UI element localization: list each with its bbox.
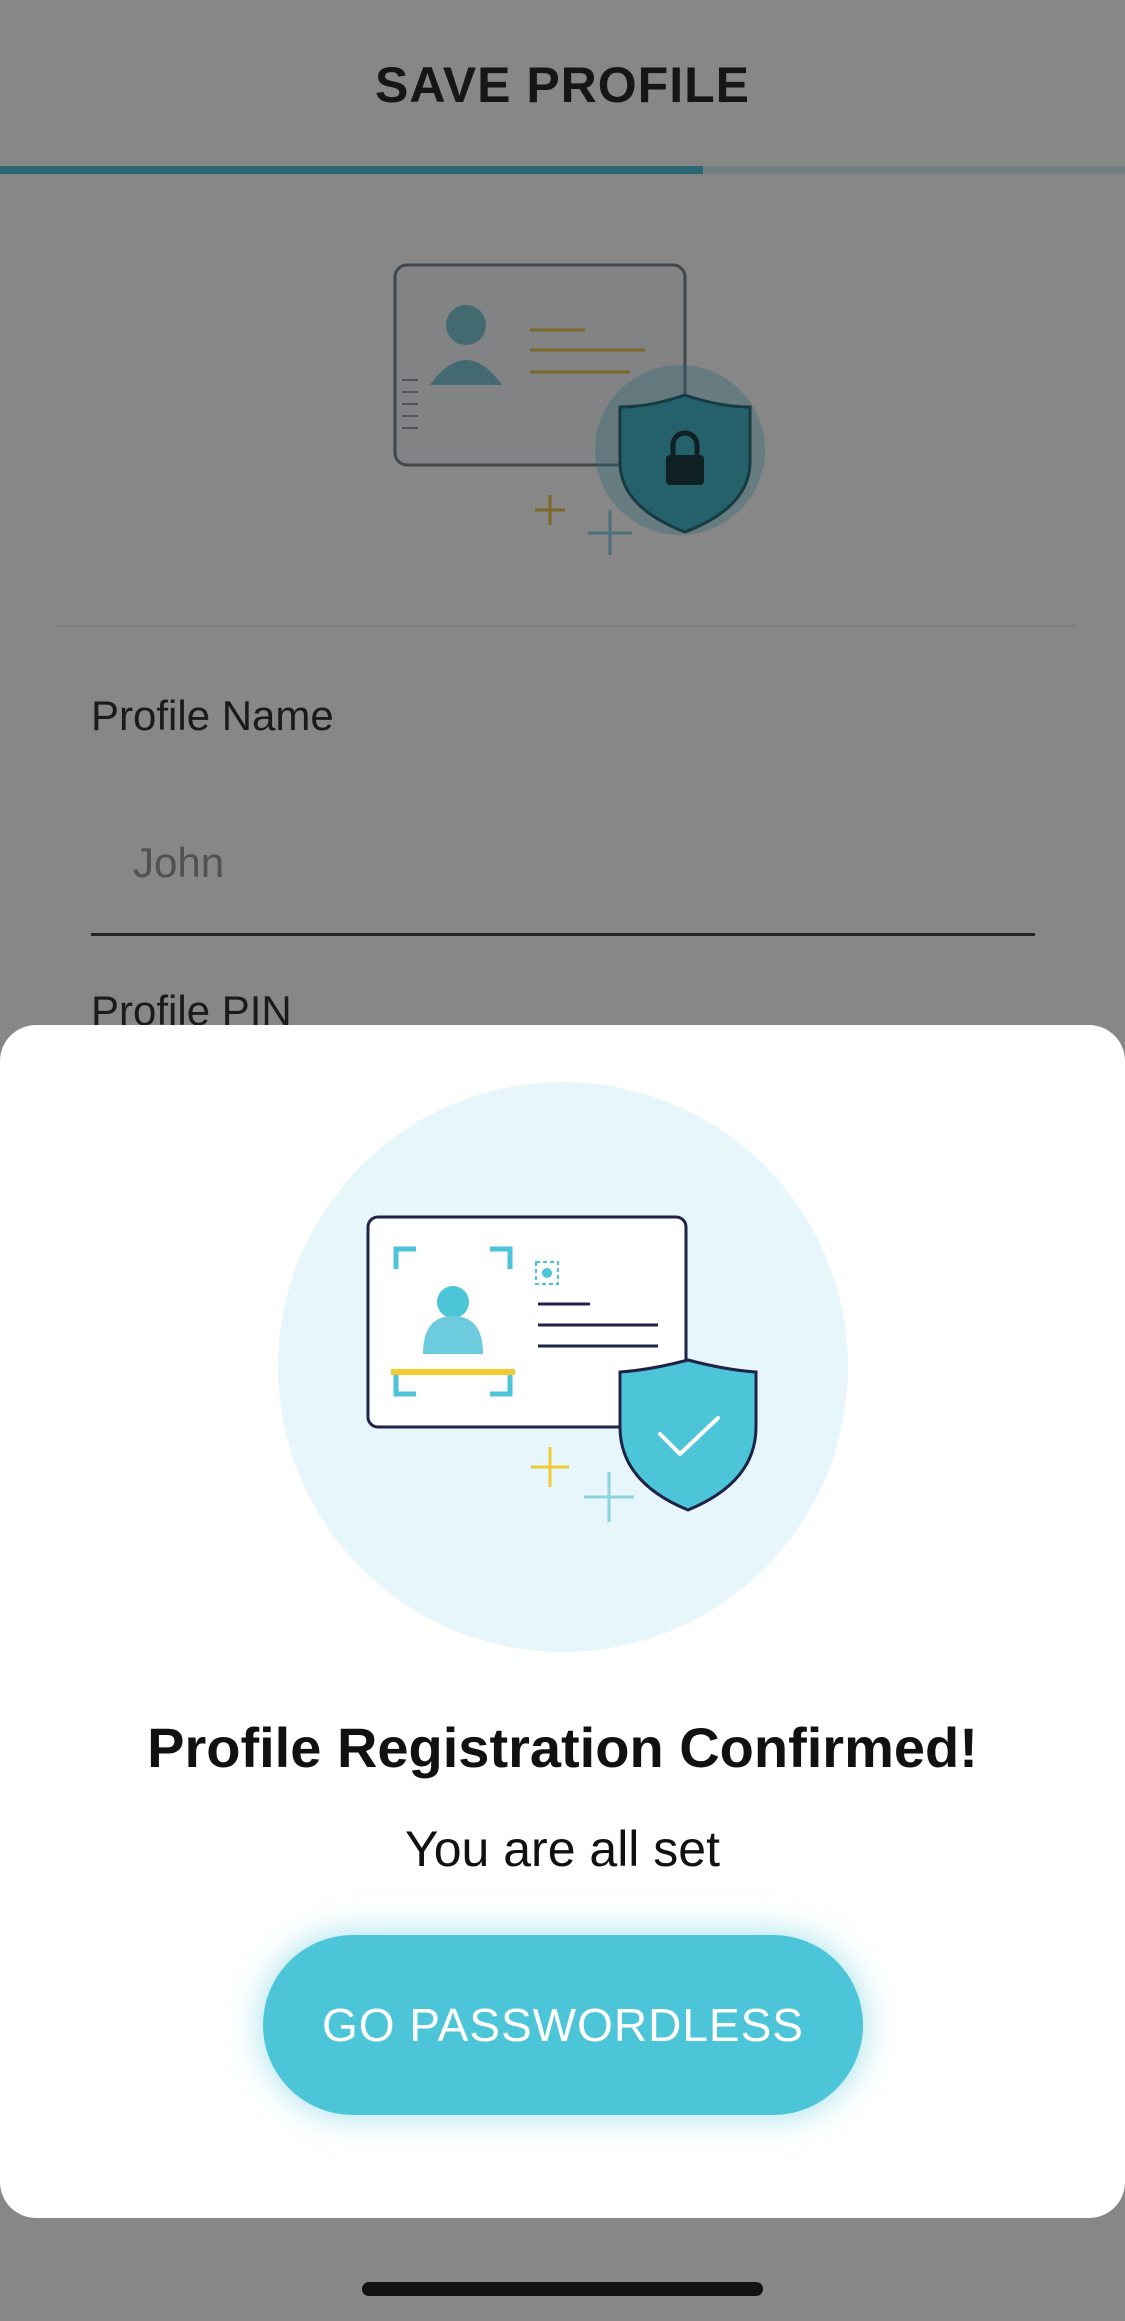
home-indicator[interactable] — [362, 2282, 763, 2296]
confirmation-modal: Profile Registration Confirmed! You are … — [0, 1025, 1125, 2218]
go-passwordless-button[interactable]: GO PASSWORDLESS — [263, 1935, 863, 2115]
id-card-shield-check-icon — [278, 1082, 848, 1652]
screen: SAVE PROFILE Profile Name John Profile P… — [0, 0, 1125, 2321]
go-passwordless-button-label: GO PASSWORDLESS — [322, 1999, 804, 2051]
modal-title: Profile Registration Confirmed! — [147, 1716, 978, 1779]
modal-subtitle: You are all set — [404, 1821, 721, 1877]
